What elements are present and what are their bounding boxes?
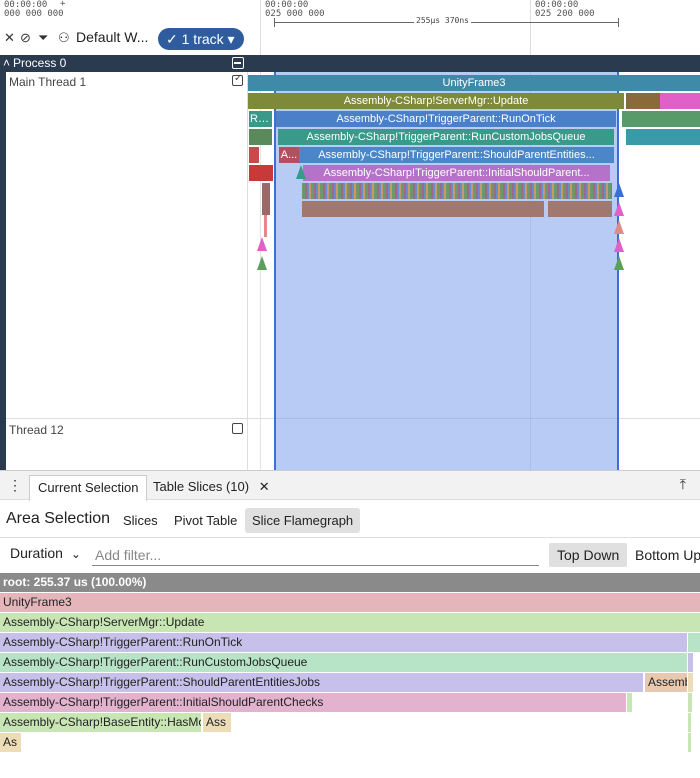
slice-block[interactable]: [626, 129, 700, 145]
track-filter-label: 1 track: [181, 31, 224, 47]
filter-input[interactable]: [92, 544, 539, 566]
thread-checkbox-12[interactable]: [232, 423, 243, 434]
tick-ns-0: 000 000 000: [4, 9, 64, 19]
subtab-slice-flamegraph[interactable]: Slice Flamegraph: [245, 508, 361, 533]
slice-cluster[interactable]: [302, 183, 612, 199]
flame-node[interactable]: Assembly-CSharp!TriggerParent::RunOnTick: [0, 633, 687, 652]
span-duration-label: 255µs 370ns: [414, 16, 471, 25]
thread-checkbox-main[interactable]: ✓: [232, 73, 243, 86]
slice-server-update[interactable]: Assembly-CSharp!ServerMgr::Update: [248, 93, 624, 109]
instant-marker-icon[interactable]: [614, 183, 624, 197]
slice-should-parent-early[interactable]: A...: [279, 147, 299, 163]
slice-run-custom-jobs[interactable]: Assembly-CSharp!TriggerParent::RunCustom…: [278, 129, 614, 145]
area-selection-header: Area Selection Slices Pivot Table Slice …: [0, 500, 700, 538]
slice-block[interactable]: [302, 201, 544, 217]
chevron-up-icon[interactable]: ˄: [3, 55, 10, 72]
metric-select-value: Duration: [10, 545, 63, 561]
top-down-button[interactable]: Top Down: [549, 543, 628, 567]
process-strip: [0, 72, 6, 470]
track-shell-divider: [247, 72, 248, 470]
tab-current-selection[interactable]: Current Selection: [29, 475, 148, 501]
timeline-header: 00:00:00 000 000 000 + 00:00:00 025 000 …: [0, 0, 700, 55]
caret-down-icon: ▾: [227, 31, 235, 47]
flame-node[interactable]: Ass: [203, 713, 231, 732]
flame-node-small[interactable]: [688, 693, 692, 712]
collapse-panel-icon[interactable]: ⤒: [680, 476, 686, 493]
selection-start-handle[interactable]: [274, 72, 276, 470]
flame-node[interactable]: Assembly-CSharp!BaseEntity::HasMove: [0, 713, 201, 732]
flame-node[interactable]: Assembly-CSharp!TriggerParent::InitialSh…: [0, 693, 626, 712]
unpin-icon[interactable]: ⊘: [20, 31, 31, 45]
check-icon: ✓: [166, 31, 178, 47]
more-options-icon[interactable]: ⋮: [8, 477, 22, 494]
slice-block[interactable]: [249, 129, 272, 145]
slice-flamegraph: root: 255.37 us (100.00%) UnityFrame3 As…: [0, 573, 700, 778]
filter-icon[interactable]: ⏷: [38, 31, 48, 45]
collapse-all-icon[interactable]: ✕: [4, 31, 15, 45]
tick-plus: +: [60, 0, 66, 9]
flame-root[interactable]: root: 255.37 us (100.00%): [0, 573, 700, 592]
flamegraph-controls: Duration ⌄ Top Down Bottom Up: [0, 538, 700, 572]
flame-node[interactable]: Assembly-CSharp!TriggerParent::ShouldPar…: [0, 673, 643, 692]
slice-block[interactable]: [622, 111, 700, 127]
flame-node-small[interactable]: [627, 693, 632, 712]
close-icon[interactable]: ✕: [259, 479, 270, 494]
flame-node-small[interactable]: [688, 673, 693, 692]
instant-marker-icon[interactable]: [614, 256, 624, 270]
flame-node[interactable]: As: [0, 733, 21, 752]
thread-label-main: Main Thread 1: [9, 75, 87, 89]
flame-node[interactable]: Assemb: [645, 673, 687, 692]
panel-tabs-bar: ⋮ Current Selection Table Slices (10) ✕ …: [0, 470, 700, 501]
slice-should-parent[interactable]: Assembly-CSharp!TriggerParent::ShouldPar…: [299, 147, 614, 163]
instant-marker-icon[interactable]: [614, 202, 624, 216]
tick-ns-2: 025 200 000: [535, 9, 595, 19]
thread-label-12: Thread 12: [9, 423, 64, 437]
area-selection-title: Area Selection: [6, 510, 111, 527]
tab-table-slices[interactable]: Table Slices (10) ✕: [145, 475, 278, 501]
span-end-cap: [618, 18, 619, 27]
slice-run-on-tick[interactable]: Assembly-CSharp!TriggerParent::RunOnTick: [276, 111, 616, 127]
flame-node[interactable]: UnityFrame3: [0, 593, 700, 612]
workspace-icon[interactable]: ⚇: [58, 31, 70, 45]
checkmark-icon: ✓: [234, 73, 243, 84]
slice-block[interactable]: [660, 93, 700, 109]
flame-node[interactable]: Assembly-CSharp!ServerMgr::Update: [0, 613, 700, 632]
process-header[interactable]: ˄ Process 0: [0, 55, 700, 72]
workspace-name[interactable]: Default W...: [76, 29, 148, 45]
subtab-pivot-table[interactable]: Pivot Table: [167, 508, 244, 533]
slice-block[interactable]: [264, 215, 267, 237]
tracks-area: Main Thread 1 ✓ Thread 12 UnityFrame3 As…: [0, 72, 700, 470]
slice-unity-frame[interactable]: UnityFrame3: [248, 75, 700, 91]
instant-marker-icon[interactable]: [296, 165, 306, 179]
instant-marker-icon[interactable]: [257, 237, 267, 251]
slice-block[interactable]: [262, 183, 270, 215]
collapse-process-icon[interactable]: [232, 57, 244, 69]
slice-initial-should[interactable]: Assembly-CSharp!TriggerParent::InitialSh…: [303, 165, 610, 181]
flame-node[interactable]: Assembly-CSharp!TriggerParent::RunCustom…: [0, 653, 687, 672]
tick-line: [530, 0, 531, 55]
metric-select[interactable]: Duration ⌄: [10, 545, 81, 561]
instant-marker-icon[interactable]: [614, 238, 624, 252]
slice-block[interactable]: [626, 93, 660, 109]
flame-node-small[interactable]: [688, 633, 700, 652]
tab-label: Current Selection: [38, 480, 139, 495]
slice-block[interactable]: [249, 165, 273, 181]
instant-marker-icon[interactable]: [257, 256, 267, 270]
flame-node-small[interactable]: [688, 653, 693, 672]
slice-block[interactable]: [249, 147, 259, 163]
tab-label: Table Slices (10): [153, 479, 250, 494]
selection-end-handle[interactable]: [617, 72, 619, 470]
flame-node-small[interactable]: [688, 733, 691, 752]
slice-block[interactable]: [548, 201, 612, 217]
instant-marker-icon[interactable]: [614, 220, 624, 234]
chevron-down-icon: ⌄: [70, 547, 81, 561]
tick-line: [260, 0, 261, 55]
flame-node-small[interactable]: [688, 713, 691, 732]
slice-run-on-tick-early[interactable]: Ru...: [249, 111, 272, 127]
bottom-up-button[interactable]: Bottom Up: [627, 543, 700, 567]
process-title: Process 0: [13, 56, 67, 70]
subtab-slices[interactable]: Slices: [116, 508, 165, 533]
track-filter-button[interactable]: ✓ 1 track ▾: [158, 28, 244, 50]
